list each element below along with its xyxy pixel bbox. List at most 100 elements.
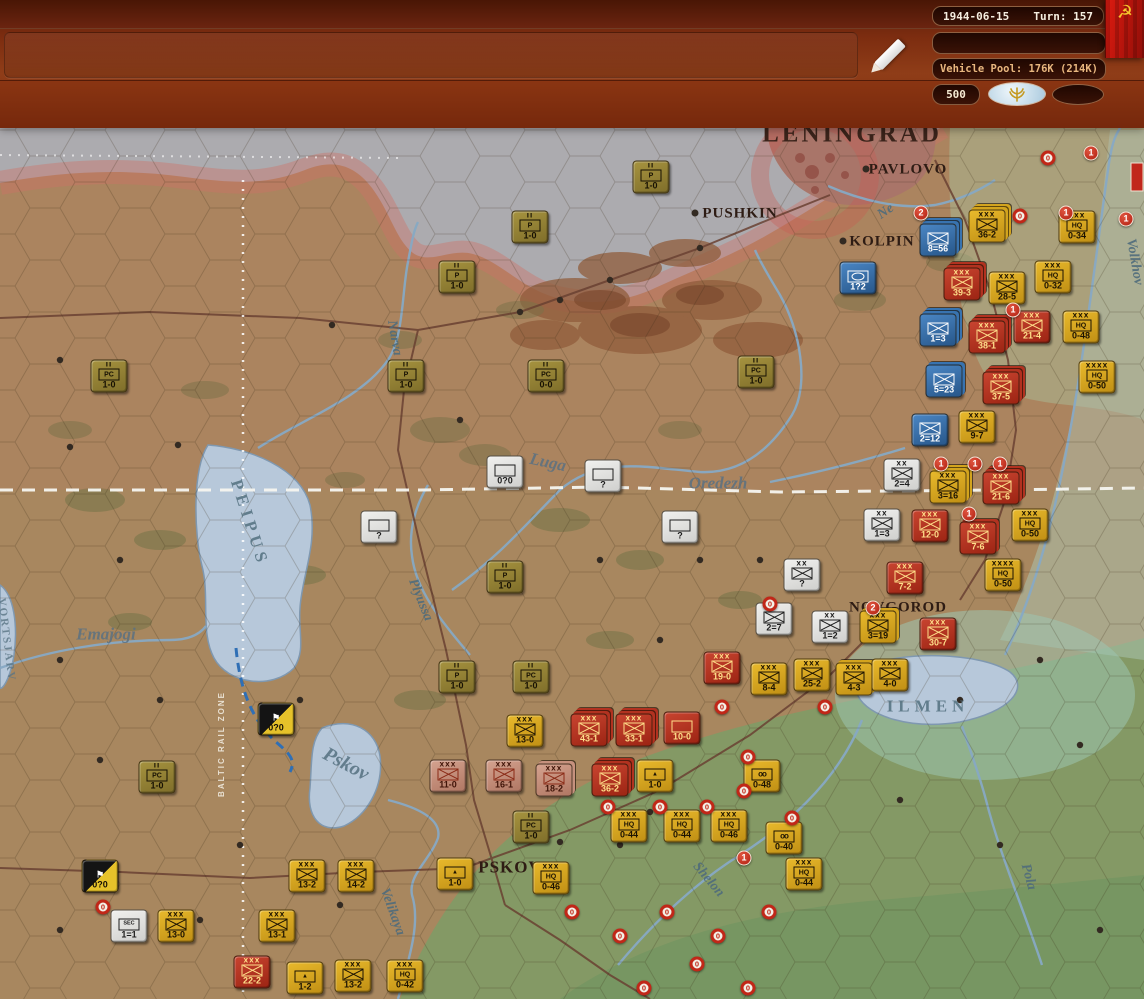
unit-counter[interactable]: XXX 30-7: [919, 617, 957, 651]
status-badge[interactable]: 0: [636, 980, 652, 996]
status-badge[interactable]: 2: [913, 205, 929, 221]
unit-counter[interactable]: ?: [360, 510, 398, 544]
supply-button[interactable]: [988, 82, 1046, 106]
unit-counter[interactable]: XX 1=3: [863, 508, 901, 542]
status-badge[interactable]: 2: [865, 600, 881, 616]
status-badge[interactable]: 0: [689, 956, 705, 972]
unit-counter[interactable]: XXX 9-7: [958, 410, 996, 444]
unit-counter[interactable]: XXX 13-0: [157, 909, 195, 943]
status-badge[interactable]: 1: [961, 506, 977, 522]
unit-counter[interactable]: XXX 33-1: [615, 713, 653, 747]
unit-counter[interactable]: XXX HQ 0-44: [785, 857, 823, 891]
unit-counter[interactable]: XXX 16-1: [485, 759, 523, 793]
unit-counter[interactable]: XXX 37-5: [982, 371, 1020, 405]
unit-counter[interactable]: 2=12: [911, 413, 949, 447]
unit-counter[interactable]: XXX HQ 0-46: [532, 861, 570, 895]
status-badge[interactable]: 0: [95, 899, 111, 915]
status-badge[interactable]: 0: [699, 799, 715, 815]
unit-counter[interactable]: XXX 43-1: [570, 713, 608, 747]
unit-counter[interactable]: XXX 36-2: [968, 209, 1006, 243]
unit-counter[interactable]: XX?: [783, 558, 821, 592]
status-badge[interactable]: 0: [659, 904, 675, 920]
unit-counter[interactable]: II P 1-0: [632, 160, 670, 194]
status-badge[interactable]: 1: [967, 456, 983, 472]
unit-counter[interactable]: ▲ 1-0: [636, 759, 674, 793]
unit-counter[interactable]: XXX 13-1: [258, 909, 296, 943]
status-badge[interactable]: 0: [612, 928, 628, 944]
unit-counter[interactable]: 1?2: [839, 261, 877, 295]
unit-counter[interactable]: XXX 7-2: [886, 561, 924, 595]
empty-indicator[interactable]: [1052, 84, 1104, 105]
unit-counter[interactable]: II P 1-0: [438, 660, 476, 694]
unit-counter[interactable]: XXX 12-0: [911, 509, 949, 543]
status-badge[interactable]: 0: [600, 799, 616, 815]
unit-counter[interactable]: 5=23: [925, 364, 963, 398]
status-badge[interactable]: 0: [736, 783, 752, 799]
status-badge[interactable]: 1: [736, 850, 752, 866]
unit-counter[interactable]: XXX 14-2: [337, 859, 375, 893]
unit-counter[interactable]: XXX 21-6: [982, 471, 1020, 505]
unit-counter[interactable]: XXX 28-5: [988, 271, 1026, 305]
unit-counter[interactable]: 1=3: [919, 313, 957, 347]
unit-counter[interactable]: ?: [584, 459, 622, 493]
status-badge[interactable]: 0: [714, 699, 730, 715]
unit-counter[interactable]: II P 1-0: [511, 210, 549, 244]
status-badge[interactable]: 1: [992, 456, 1008, 472]
status-badge[interactable]: 1: [1083, 145, 1099, 161]
status-badge[interactable]: 0: [784, 810, 800, 826]
unit-counter[interactable]: XXX 4-3: [835, 662, 873, 696]
status-badge[interactable]: 0: [761, 904, 777, 920]
unit-counter[interactable]: oo 0-40: [765, 821, 803, 855]
status-badge[interactable]: 1: [1118, 211, 1134, 227]
unit-counter[interactable]: XXX 22-2: [233, 955, 271, 989]
unit-counter[interactable]: XXX 13-2: [334, 959, 372, 993]
unit-counter[interactable]: XXX 3=16: [929, 470, 967, 504]
unit-counter[interactable]: XXX HQ 0-42: [386, 959, 424, 993]
unit-counter[interactable]: XXX 19-0: [703, 651, 741, 685]
unit-counter[interactable]: XXX 18-2: [535, 763, 573, 797]
resource-counter[interactable]: 500: [932, 84, 980, 105]
unit-counter[interactable]: XXX 4-0: [871, 658, 909, 692]
unit-counter[interactable]: II PC 0-0: [527, 359, 565, 393]
map-viewport[interactable]: LENINGRAD PAVLOVO PUSHKIN KOLPIN Ne Narva Luga…: [0, 0, 1144, 999]
unit-counter[interactable]: 8=56: [919, 223, 957, 257]
unit-counter[interactable]: XXX HQ 0-44: [610, 809, 648, 843]
status-badge[interactable]: 1: [933, 456, 949, 472]
unit-counter[interactable]: XXX 25-2: [793, 658, 831, 692]
unit-counter[interactable]: XXX 8-4: [750, 662, 788, 696]
unit-counter[interactable]: XXX HQ 0-46: [710, 809, 748, 843]
unit-counter[interactable]: XXX 11-0: [429, 759, 467, 793]
unit-counter[interactable]: II PC 1-0: [512, 660, 550, 694]
unit-counter[interactable]: XX 1=2: [811, 610, 849, 644]
unit-counter[interactable]: XXX HQ 0-50: [1011, 508, 1049, 542]
unit-counter[interactable]: XX 2=4: [883, 458, 921, 492]
unit-counter[interactable]: II P 1-0: [387, 359, 425, 393]
unit-counter[interactable]: XXX 3=19: [859, 610, 897, 644]
status-badge[interactable]: 1: [1005, 302, 1021, 318]
unit-counter[interactable]: II PC 1-0: [138, 760, 176, 794]
unit-counter[interactable]: ▲ 1-2: [286, 961, 324, 995]
status-badge[interactable]: 0: [740, 980, 756, 996]
status-badge[interactable]: 0: [817, 699, 833, 715]
unit-counter[interactable]: ⚑ 0?0: [81, 859, 119, 893]
unit-counter[interactable]: XXX 21-4: [1013, 310, 1051, 344]
unit-counter[interactable]: II P 1-0: [438, 260, 476, 294]
unit-counter[interactable]: II P 1-0: [486, 560, 524, 594]
unit-counter[interactable]: XXX 38-1: [968, 320, 1006, 354]
unit-counter[interactable]: ▲ 1-0: [436, 857, 474, 891]
unit-counter[interactable]: ⚑ 0?0: [257, 702, 295, 736]
status-badge[interactable]: 0: [652, 799, 668, 815]
unit-counter[interactable]: 10-0: [663, 711, 701, 745]
status-badge[interactable]: 0: [740, 749, 756, 765]
unit-counter[interactable]: XXX 13-2: [288, 859, 326, 893]
unit-counter[interactable]: XXX HQ 0-32: [1034, 260, 1072, 294]
unit-counter[interactable]: II PC 1-0: [90, 359, 128, 393]
unit-counter[interactable]: XXX 36-2: [591, 763, 629, 797]
unit-counter[interactable]: II PC 1-0: [512, 810, 550, 844]
status-badge[interactable]: 0: [1040, 150, 1056, 166]
unit-counter[interactable]: XXXX HQ 0-50: [984, 558, 1022, 592]
unit-counter[interactable]: XXX HQ 0-48: [1062, 310, 1100, 344]
status-badge[interactable]: 0: [1012, 208, 1028, 224]
edit-mode-button[interactable]: [866, 32, 914, 76]
unit-counter[interactable]: 0?0: [486, 455, 524, 489]
